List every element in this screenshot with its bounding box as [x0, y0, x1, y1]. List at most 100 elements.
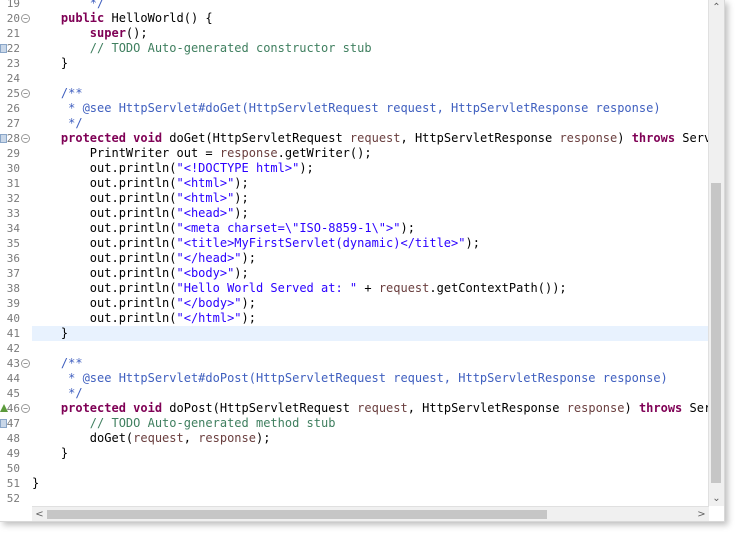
- fold-toggle-icon[interactable]: −: [21, 404, 30, 413]
- horizontal-scrollbar[interactable]: < >: [32, 506, 709, 521]
- line-number: 38: [6, 282, 20, 295]
- line-number: 33: [6, 207, 20, 220]
- horizontal-scroll-thumb[interactable]: [47, 510, 547, 519]
- line-number: 34: [6, 222, 20, 235]
- fold-toggle-icon[interactable]: −: [21, 134, 30, 143]
- code-token: ): [624, 401, 639, 415]
- code-token: );: [465, 236, 480, 250]
- fold-toggle-icon[interactable]: −: [21, 359, 30, 368]
- code-line[interactable]: out.println("</html>");: [32, 311, 256, 326]
- code-token: // TODO Auto-generated method stub: [89, 416, 336, 430]
- code-line[interactable]: PrintWriter out = response.getWriter();: [32, 146, 372, 161]
- code-token: ServletException: [682, 131, 709, 145]
- line-number: 51: [6, 477, 20, 490]
- vertical-scroll-thumb[interactable]: [711, 183, 721, 483]
- code-line[interactable]: doGet(request, response);: [32, 431, 271, 446]
- code-token: .getContextPath());: [429, 281, 567, 295]
- code-token: "<html>": [176, 176, 235, 190]
- code-token: super: [89, 26, 126, 40]
- code-token: HelloWorld() {: [104, 11, 213, 25]
- code-line[interactable]: // TODO Auto-generated method stub: [32, 416, 336, 431]
- code-line[interactable]: */: [32, 386, 82, 401]
- code-line[interactable]: out.println("Hello World Served at: " + …: [32, 281, 567, 296]
- code-token: "<body>": [176, 266, 235, 280]
- code-line[interactable]: * @see HttpServlet#doPost(HttpServletReq…: [32, 371, 668, 386]
- line-number: 27: [6, 117, 20, 130]
- code-line[interactable]: */: [32, 116, 82, 131]
- code-line[interactable]: out.println("<head>");: [32, 206, 249, 221]
- code-line[interactable]: out.println("<body>");: [32, 266, 249, 281]
- code-line[interactable]: protected void doPost(HttpServletRequest…: [32, 401, 709, 416]
- code-token: out.println(: [32, 251, 177, 265]
- code-line[interactable]: out.println("<html>");: [32, 191, 249, 206]
- code-line[interactable]: out.println("</body>");: [32, 296, 256, 311]
- code-line[interactable]: }: [32, 326, 68, 341]
- code-token: );: [241, 311, 256, 325]
- code-token: response: [198, 431, 256, 445]
- override-marker-icon[interactable]: [0, 404, 8, 412]
- code-line[interactable]: /**: [32, 86, 83, 101]
- scroll-up-arrow-icon[interactable]: ⌃: [709, 0, 724, 15]
- line-number: 36: [6, 252, 20, 265]
- code-line[interactable]: out.println("<title>MyFirstServlet(dynam…: [32, 236, 480, 251]
- code-token: );: [255, 431, 271, 445]
- code-line[interactable]: * @see HttpServlet#doGet(HttpServletRequ…: [32, 101, 660, 116]
- code-line[interactable]: }: [32, 446, 68, 461]
- code-line[interactable]: }: [32, 56, 68, 71]
- code-token: // TODO Auto-generated constructor stub: [89, 41, 372, 55]
- code-token: public: [60, 11, 105, 25]
- code-line[interactable]: super();: [32, 26, 148, 41]
- line-number: 25: [6, 87, 20, 100]
- code-line[interactable]: }: [32, 476, 39, 491]
- fold-toggle-icon[interactable]: −: [21, 89, 30, 98]
- line-number: 44: [6, 372, 20, 385]
- code-line[interactable]: // TODO Auto-generated constructor stub: [32, 41, 372, 56]
- task-marker-icon[interactable]: [0, 419, 7, 428]
- code-token: "<meta charset=\"ISO-8859-1\">": [176, 221, 401, 235]
- code-token: response: [219, 146, 278, 160]
- code-token: doGet(HttpServletRequest: [162, 131, 350, 145]
- code-line[interactable]: public HelloWorld() {: [32, 11, 213, 26]
- code-line[interactable]: out.println("<!DOCTYPE html>");: [32, 161, 314, 176]
- code-token: }: [32, 326, 69, 340]
- task-marker-icon[interactable]: [0, 44, 7, 53]
- code-line[interactable]: out.println("</head>");: [32, 251, 256, 266]
- line-number: 21: [6, 27, 20, 40]
- scroll-left-arrow-icon[interactable]: <: [32, 507, 47, 521]
- code-token: out.println(: [32, 161, 177, 175]
- code-token: );: [299, 161, 314, 175]
- vertical-scrollbar[interactable]: ⌃ ⌄: [708, 0, 724, 506]
- code-token: void: [133, 401, 163, 415]
- code-token: , HttpServletResponse: [407, 401, 567, 415]
- code-token: );: [234, 176, 249, 190]
- code-line[interactable]: */: [32, 0, 104, 11]
- task-marker-icon[interactable]: [0, 134, 7, 143]
- code-token: "</body>": [176, 296, 242, 310]
- scroll-right-arrow-icon[interactable]: >: [694, 507, 709, 521]
- code-token: doPost(HttpServletRequest: [162, 401, 358, 415]
- code-line[interactable]: /**: [32, 356, 83, 371]
- code-token: * @see HttpServlet#doPost(HttpServletReq…: [32, 371, 668, 385]
- scroll-down-arrow-icon[interactable]: ⌄: [709, 491, 724, 506]
- line-number: 45: [6, 387, 20, 400]
- code-token: .getWriter();: [277, 146, 372, 160]
- line-number: 24: [6, 72, 20, 85]
- fold-toggle-icon[interactable]: −: [21, 14, 30, 23]
- code-line[interactable]: out.println("<html>");: [32, 176, 249, 191]
- code-text-area[interactable]: */ public HelloWorld() { super(); // TOD…: [32, 0, 709, 506]
- line-number: 49: [6, 447, 20, 460]
- code-token: ): [617, 131, 632, 145]
- line-number: 48: [6, 432, 20, 445]
- code-token: );: [234, 191, 249, 205]
- code-token: PrintWriter out =: [32, 146, 220, 160]
- code-line[interactable]: protected void doGet(HttpServletRequest …: [32, 131, 709, 146]
- code-editor[interactable]: 19 20−21 22 23 24 25−26 27 28−29 30 31 32 33 34 35 36 3…: [0, 0, 725, 522]
- code-token: out.println(: [32, 176, 177, 190]
- code-token: request: [133, 431, 184, 445]
- code-line[interactable]: out.println("<meta charset=\"ISO-8859-1\…: [32, 221, 415, 236]
- current-line-highlight: [32, 326, 709, 341]
- code-token: throws: [631, 131, 676, 145]
- line-number: 41: [6, 327, 20, 340]
